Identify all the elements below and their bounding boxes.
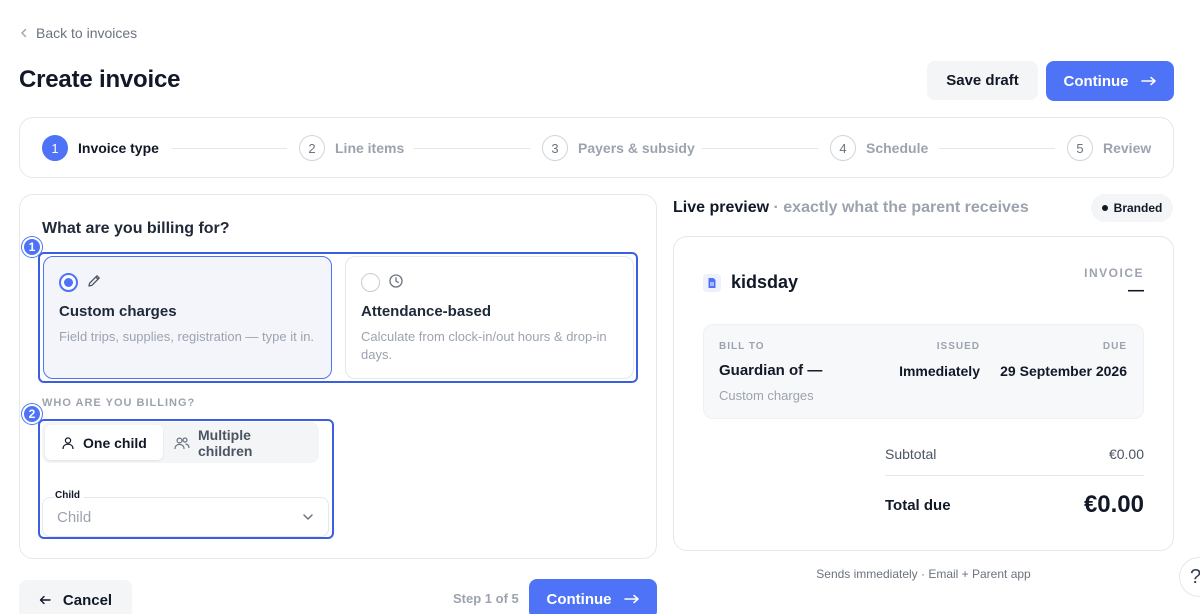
pencil-icon	[86, 273, 102, 289]
badge-label: Branded	[1113, 201, 1163, 215]
back-link-label: Back to invoices	[36, 25, 138, 41]
option-attendance-based[interactable]: Attendance-based Calculate from clock-in…	[345, 256, 634, 379]
save-draft-button[interactable]: Save draft	[927, 61, 1038, 100]
step-invoice-type[interactable]: 1 Invoice type	[42, 135, 159, 161]
due-label: DUE	[1102, 341, 1127, 352]
segment-label: Multiple children	[198, 426, 253, 459]
continue-label: Continue	[1063, 72, 1129, 90]
clock-icon	[388, 273, 404, 289]
due-value: 29 September 2026	[1000, 363, 1127, 379]
total-due-value: €0.00	[1083, 491, 1144, 518]
radio-unselected[interactable]	[361, 273, 380, 292]
billing-question: What are you billing for?	[42, 220, 230, 237]
option-description: Calculate from clock-in/out hours & drop…	[361, 329, 607, 362]
preview-subtitle: · exactly what the parent receives	[773, 199, 1029, 216]
invoice-brand: kidsday	[703, 272, 798, 293]
subtotal-value: €0.00	[1108, 446, 1144, 462]
segment-multiple-children[interactable]: Multiple children	[158, 425, 319, 460]
invoice-label: INVOICE	[1084, 266, 1144, 280]
step-review[interactable]: 5 Review	[1067, 135, 1151, 161]
chevron-down-icon	[302, 513, 314, 521]
step-line-items[interactable]: 2 Line items	[299, 135, 404, 161]
step-connector	[172, 148, 287, 149]
option-custom-charges[interactable]: Custom charges Field trips, supplies, re…	[43, 256, 332, 379]
brand-name: kidsday	[731, 272, 799, 292]
step-payers-subsidy[interactable]: 3 Payers & subsidy	[542, 135, 695, 161]
step-number: 5	[1067, 135, 1093, 161]
who-billing-label: WHO ARE YOU BILLING?	[42, 397, 196, 409]
annotation-marker-2: 2	[22, 404, 42, 424]
preview-title: Live preview	[673, 199, 770, 216]
cancel-label: Cancel	[62, 591, 113, 609]
continue-button-top[interactable]: Continue	[1046, 61, 1174, 101]
step-connector	[939, 148, 1055, 149]
branded-badge: Branded	[1091, 194, 1173, 222]
step-label: Invoice type	[78, 140, 159, 156]
users-icon	[174, 436, 190, 450]
step-number: 4	[830, 135, 856, 161]
child-select-placeholder: Child	[57, 508, 92, 526]
help-button[interactable]: ?	[1179, 557, 1200, 597]
sends-note: Sends immediately · Email + Parent app	[816, 567, 1031, 581]
invoice-number: —	[1128, 282, 1144, 299]
step-schedule[interactable]: 4 Schedule	[830, 135, 928, 161]
option-name: Attendance-based	[361, 303, 492, 320]
radio-selected[interactable]	[59, 273, 78, 292]
segment-label: One child	[83, 434, 147, 451]
annotation-marker-1: 1	[22, 237, 42, 257]
live-preview-heading: Live preview · exactly what the parent r…	[673, 199, 1029, 217]
step-connector	[702, 148, 818, 149]
step-label: Review	[1103, 140, 1152, 156]
arrow-left-icon	[39, 595, 51, 605]
step-number: 2	[299, 135, 325, 161]
step-number: 3	[542, 135, 568, 161]
step-label: Schedule	[866, 140, 929, 156]
bill-to-sub: Custom charges	[719, 388, 814, 403]
arrow-right-icon	[1140, 76, 1157, 86]
back-to-invoices-link[interactable]: Back to invoices	[20, 25, 137, 41]
cancel-button[interactable]: Cancel	[19, 580, 132, 614]
user-icon	[61, 436, 75, 450]
document-icon	[703, 273, 721, 292]
recipient-segmented-control: One child Multiple children	[42, 422, 319, 463]
child-select[interactable]: Child	[42, 497, 329, 537]
arrow-right-icon	[623, 594, 640, 604]
page-title: Create invoice	[19, 66, 181, 93]
step-label: Payers & subsidy	[578, 140, 695, 156]
bill-to-label: BILL TO	[719, 341, 765, 352]
total-due-label: Total due	[885, 497, 951, 514]
continue-button-bottom[interactable]: Continue	[529, 579, 657, 614]
step-count: Step 1 of 5	[453, 591, 519, 606]
continue-label: Continue	[546, 590, 612, 608]
step-label: Line items	[335, 140, 405, 156]
issued-value: Immediately	[899, 363, 980, 379]
chevron-left-icon	[20, 28, 28, 38]
child-field-label: Child	[55, 490, 84, 501]
issued-label: ISSUED	[936, 341, 980, 352]
option-description: Field trips, supplies, registration — ty…	[59, 329, 315, 344]
invoice-stepper: 1 Invoice type 2 Line items 3 Payers & s…	[19, 117, 1174, 178]
summary-divider	[885, 475, 1144, 476]
option-name: Custom charges	[59, 303, 177, 320]
segment-one-child[interactable]: One child	[45, 425, 163, 460]
step-number: 1	[42, 135, 68, 161]
badge-dot-icon	[1101, 205, 1108, 211]
step-connector	[414, 148, 530, 149]
bill-to-name: Guardian of —	[719, 362, 823, 379]
subtotal-label: Subtotal	[885, 446, 937, 462]
